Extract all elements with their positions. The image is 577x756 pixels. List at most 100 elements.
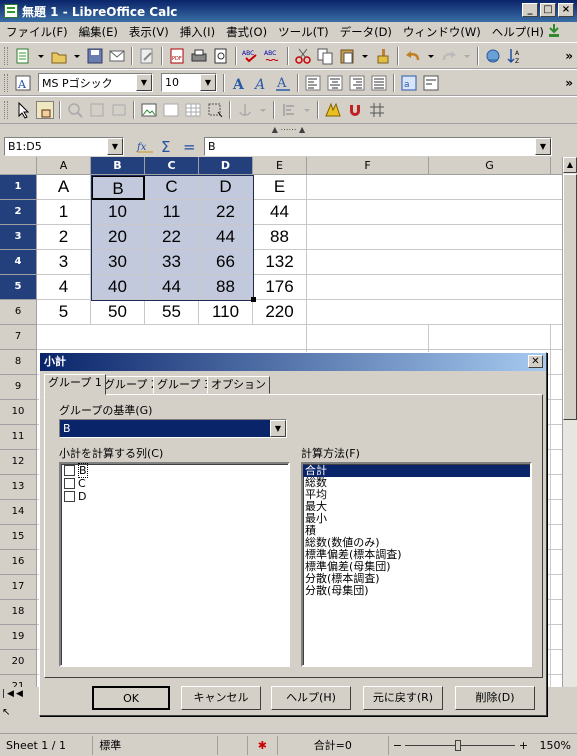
maximize-button[interactable]: □ [540,3,556,17]
cell-e6[interactable]: 220 [253,300,307,325]
cell-c3[interactable]: 22 [145,225,199,250]
row-header[interactable]: 19 [0,625,37,650]
function-item[interactable]: 最小 [303,513,530,525]
insert-image-icon[interactable] [140,101,158,119]
cell-b3[interactable]: 20 [91,225,145,250]
frame-select-icon[interactable] [206,101,224,119]
insert-mode[interactable] [218,735,248,755]
checkbox[interactable] [64,491,75,502]
function-item[interactable]: 分散(母集団) [303,585,530,597]
cell-a2[interactable]: 1 [37,200,91,225]
cell-b1-active[interactable]: B [91,175,145,200]
row-header[interactable]: 16 [0,550,37,575]
row-header[interactable]: 11 [0,425,37,450]
checkbox[interactable] [64,465,75,476]
toolbar-grip[interactable] [4,101,8,119]
name-box[interactable]: B1:D5 ▼ [4,136,124,156]
wrap-text-icon[interactable] [422,74,440,92]
open-dropdown-icon[interactable] [72,47,82,65]
cell-c1[interactable]: C [145,175,199,200]
toolbar-grip[interactable] [4,46,8,65]
cell-a5[interactable]: 4 [37,275,91,300]
menu-tools[interactable]: ツール(T) [278,24,329,40]
column-header-f[interactable]: F [307,157,429,175]
vertical-scrollbar[interactable]: ▲ [562,157,577,687]
cell-c5[interactable]: 44 [145,275,199,300]
function-item[interactable]: 合計 [303,465,530,477]
italic-icon[interactable]: A [252,74,270,92]
row-header[interactable]: 15 [0,525,37,550]
align-dropdown-icon[interactable] [302,101,312,119]
copy-icon[interactable] [316,47,334,65]
columns-list[interactable]: B C D [59,462,290,667]
download-update-icon[interactable] [545,22,563,40]
hand-icon[interactable] [36,101,54,119]
cell-d4[interactable]: 66 [199,250,253,275]
toolbar-collapse-handle[interactable]: ▲ ⋯⋯ ▲ [0,124,577,135]
row-header[interactable]: 20 [0,650,37,675]
sort-ascending-icon[interactable]: AZ [506,47,524,65]
select-all-corner[interactable] [0,157,37,175]
zoom-icon[interactable] [66,101,84,119]
redo-icon[interactable] [440,47,458,65]
clone-formatting-icon[interactable] [374,47,392,65]
scroll-thumb[interactable] [563,174,577,420]
cell-b2[interactable]: 10 [91,200,145,225]
scroll-up-button[interactable]: ▲ [563,157,577,173]
reset-button[interactable]: 元に戻す(R) [363,686,443,710]
cell-e5[interactable]: 176 [253,275,307,300]
column-header-e[interactable]: E [253,157,307,175]
dialog-close-button[interactable]: ✕ [528,355,543,368]
fill-handle[interactable] [251,297,256,302]
hyperlink-icon[interactable] [484,47,502,65]
row-header[interactable]: 6 [0,300,37,325]
font-name-box[interactable]: MS Pゴシック ▼ [38,73,153,92]
tab-options[interactable]: オプション [207,376,270,394]
menu-data[interactable]: データ(D) [340,24,392,40]
cell-d6[interactable]: 110 [199,300,253,325]
chevron-down-icon[interactable]: ▼ [535,137,551,155]
merge-cells-icon[interactable]: a [400,74,418,92]
bold-icon[interactable]: A [230,74,248,92]
fontwork-icon[interactable] [324,101,342,119]
zoom-level[interactable]: 150% [534,736,577,755]
function-item[interactable]: 最大 [303,501,530,513]
cell-d2[interactable]: 22 [199,200,253,225]
function-list[interactable]: 合計 総数 平均 最大 最小 積 総数(数値のみ) 標準偏差(標本調査) 標準偏… [301,462,532,667]
cell-e1[interactable]: E [253,175,307,200]
font-size-box[interactable]: 10 ▼ [161,73,217,92]
menu-help[interactable]: ヘルプ(H) [492,24,544,40]
row-header[interactable]: 14 [0,500,37,525]
spellcheck-icon[interactable]: ABC [242,47,260,65]
cell-c6[interactable]: 55 [145,300,199,325]
menu-file[interactable]: ファイル(F) [6,24,68,40]
paste-dropdown-icon[interactable] [360,47,370,65]
new-dropdown-icon[interactable] [36,47,46,65]
magnet-icon[interactable] [346,101,364,119]
row-header[interactable]: 3 [0,225,37,250]
menu-view[interactable]: 表示(V) [129,24,169,40]
paste-icon[interactable] [338,47,356,65]
function-item[interactable]: 平均 [303,489,530,501]
row-header[interactable]: 7 [0,325,37,350]
menu-edit[interactable]: 編集(E) [79,24,118,40]
shape-edit-icon[interactable] [88,101,106,119]
empty-grid-area-right[interactable] [307,175,562,325]
tab-group-3[interactable]: グループ 3 [153,376,215,394]
row-header[interactable]: 10 [0,400,37,425]
toolbar-overflow-icon[interactable]: » [565,49,573,63]
print-icon[interactable] [190,47,208,65]
help-button[interactable]: ヘルプ(H) [271,686,351,710]
undo-icon[interactable] [404,47,422,65]
checkbox[interactable] [64,478,75,489]
anchor-icon[interactable] [236,101,254,119]
cell-b4[interactable]: 30 [91,250,145,275]
export-pdf-icon[interactable]: PDF [168,47,186,65]
row-header[interactable]: 9 [0,375,37,400]
align-right-icon[interactable] [348,74,366,92]
column-header-a[interactable]: A [37,157,91,175]
edit-file-icon[interactable] [138,47,156,65]
open-icon[interactable] [50,47,68,65]
row-header[interactable]: 5 [0,275,37,300]
column-checkbox-c[interactable]: C [61,477,288,490]
